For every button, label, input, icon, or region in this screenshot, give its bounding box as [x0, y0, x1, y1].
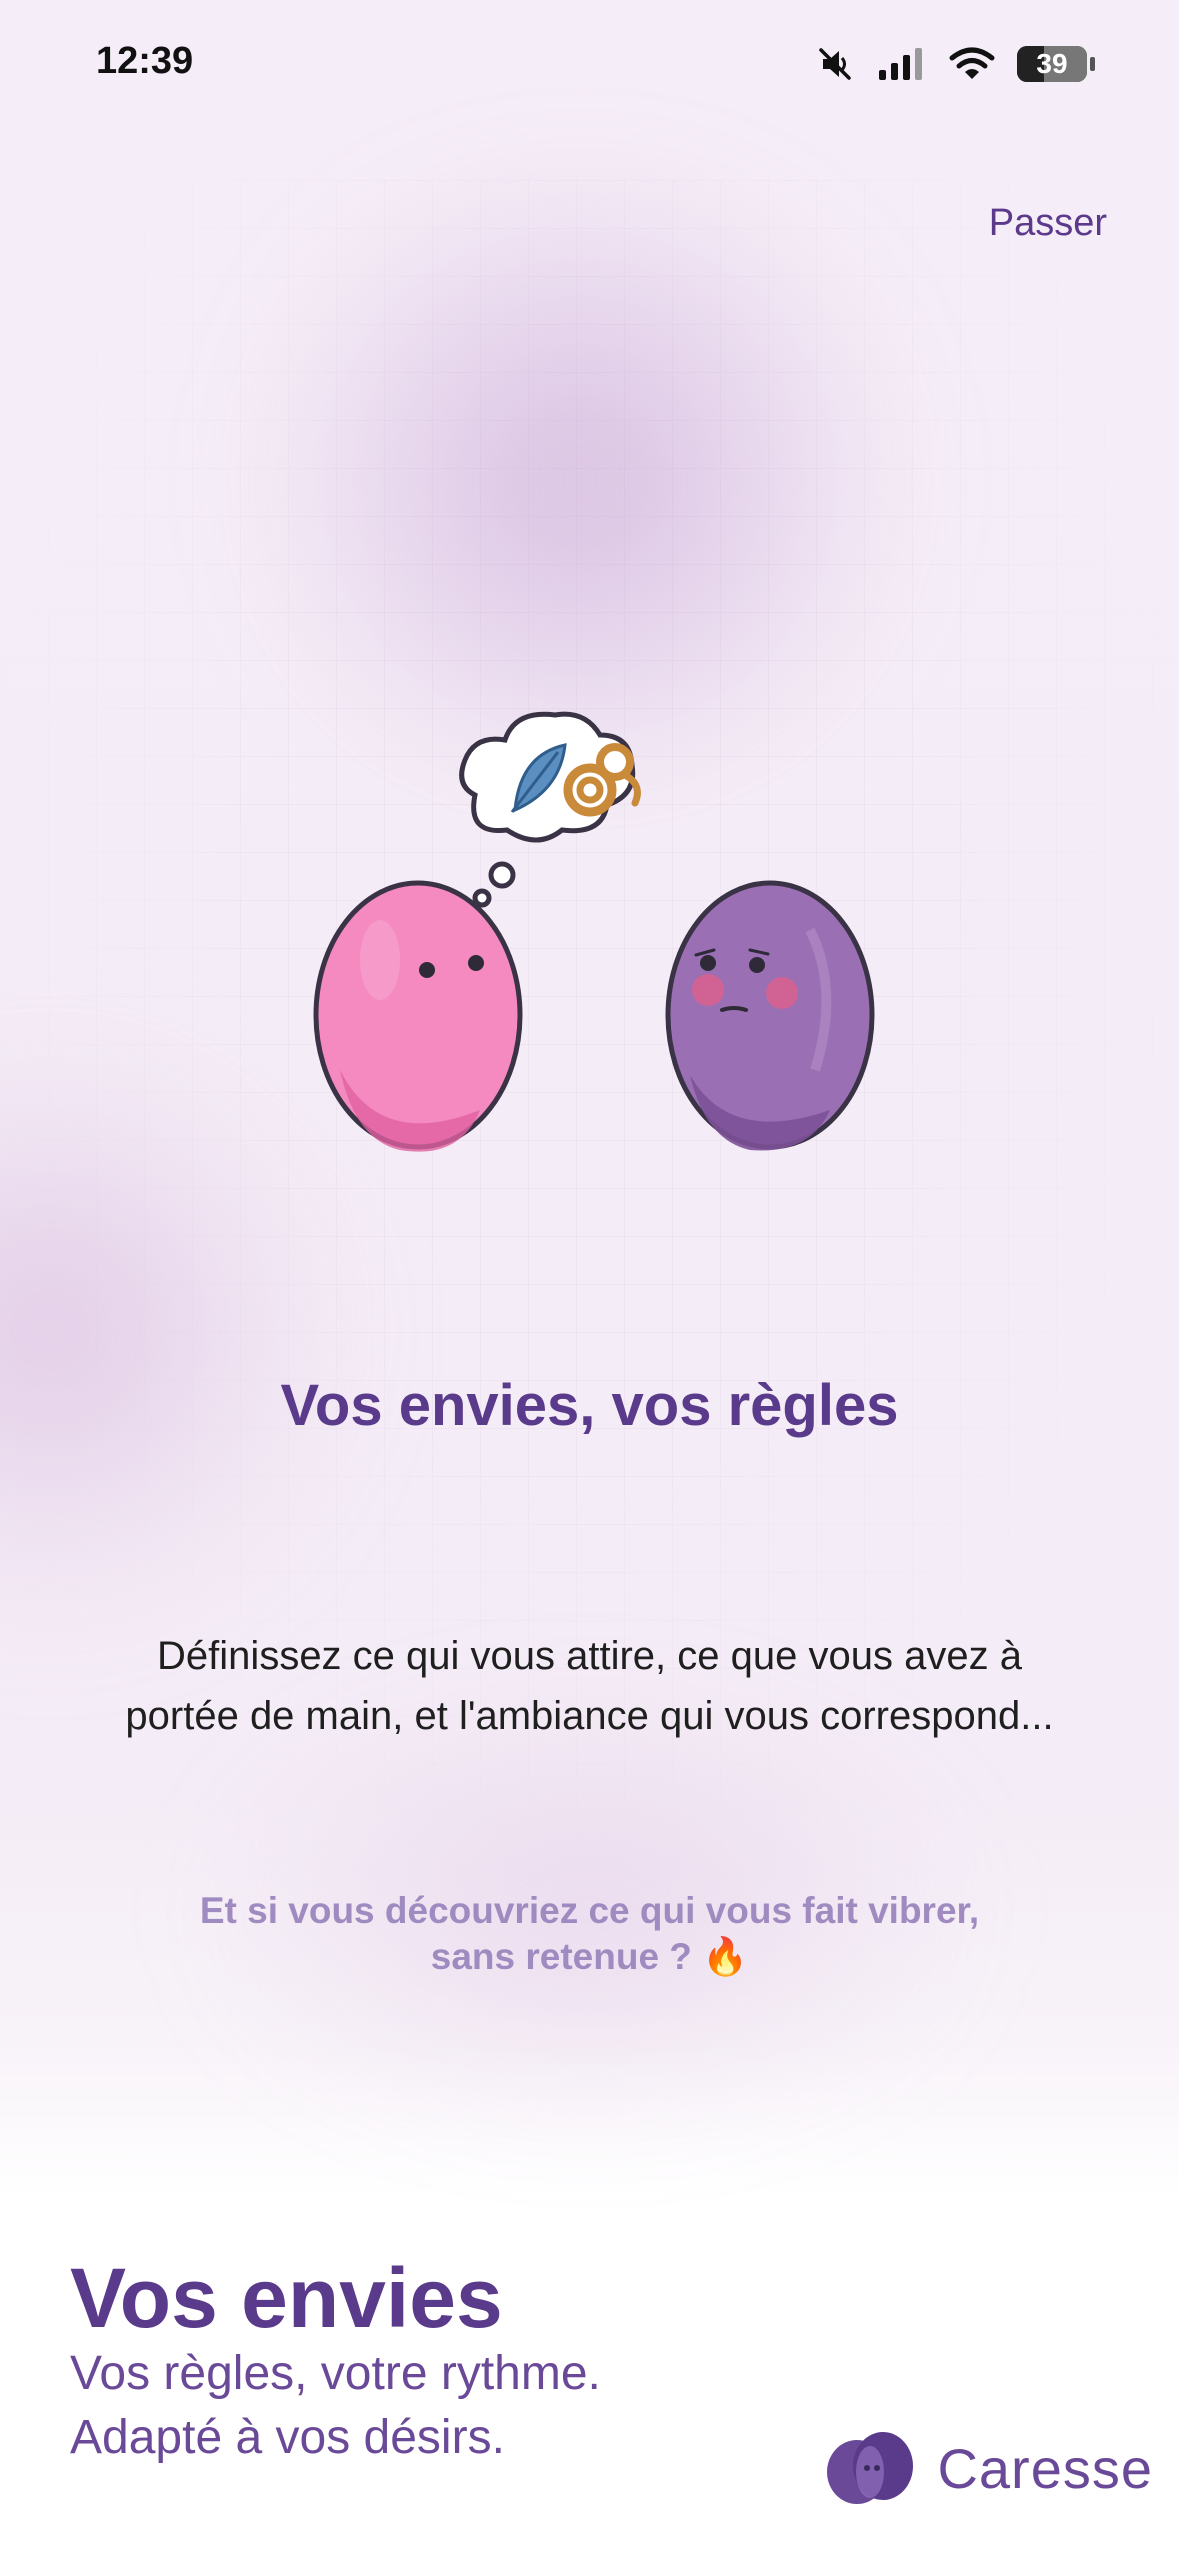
- battery-icon: 39: [1017, 46, 1095, 82]
- background-glow-top: [220, 200, 940, 760]
- promo-subtitle-line-1: Vos règles, votre rythme.: [70, 2347, 601, 2400]
- status-icons: 39: [815, 42, 1095, 86]
- teaser-line-1: Et si vous découvriez ce qui vous fait v…: [199, 1890, 980, 1931]
- onboarding-screen: 12:39 39 Passer Vos envies, vos règles D…: [0, 0, 1179, 2556]
- signal-icon: [879, 48, 922, 80]
- onboarding-title: Vos envies, vos règles: [280, 1373, 899, 1438]
- battery-level: 39: [1036, 48, 1068, 79]
- status-bar: 12:39 39: [0, 0, 1179, 130]
- onboarding-description: Définissez ce qui vous attire, ce que vo…: [60, 1626, 1119, 1746]
- caresse-logo-icon: [827, 2432, 914, 2504]
- brand-name: Caresse: [937, 2436, 1153, 2500]
- status-time: 12:39: [96, 40, 194, 82]
- mute-icon: [819, 48, 851, 80]
- onboarding-teaser: Et si vous découvriez ce qui vous fait v…: [150, 1888, 1029, 1980]
- promo-headline: Vos envies: [70, 2251, 503, 2345]
- teaser-line-2: sans retenue ? 🔥: [430, 1936, 749, 1977]
- description-line-1: Définissez ce qui vous attire, ce que vo…: [157, 1634, 1022, 1678]
- brand-logo: Caresse: [823, 2430, 1153, 2506]
- skip-button[interactable]: Passer: [989, 202, 1107, 245]
- onboarding-illustration: [313, 711, 875, 1152]
- description-line-2: portée de main, et l'ambiance qui vous c…: [125, 1694, 1054, 1738]
- wifi-icon: [949, 47, 995, 79]
- promo-subtitle: Vos règles, votre rythme. Adapté à vos d…: [70, 2342, 601, 2470]
- purple-egg-character: [665, 880, 875, 1151]
- promo-subtitle-line-2: Adapté à vos désirs.: [70, 2411, 505, 2464]
- pink-egg-character: [313, 880, 523, 1152]
